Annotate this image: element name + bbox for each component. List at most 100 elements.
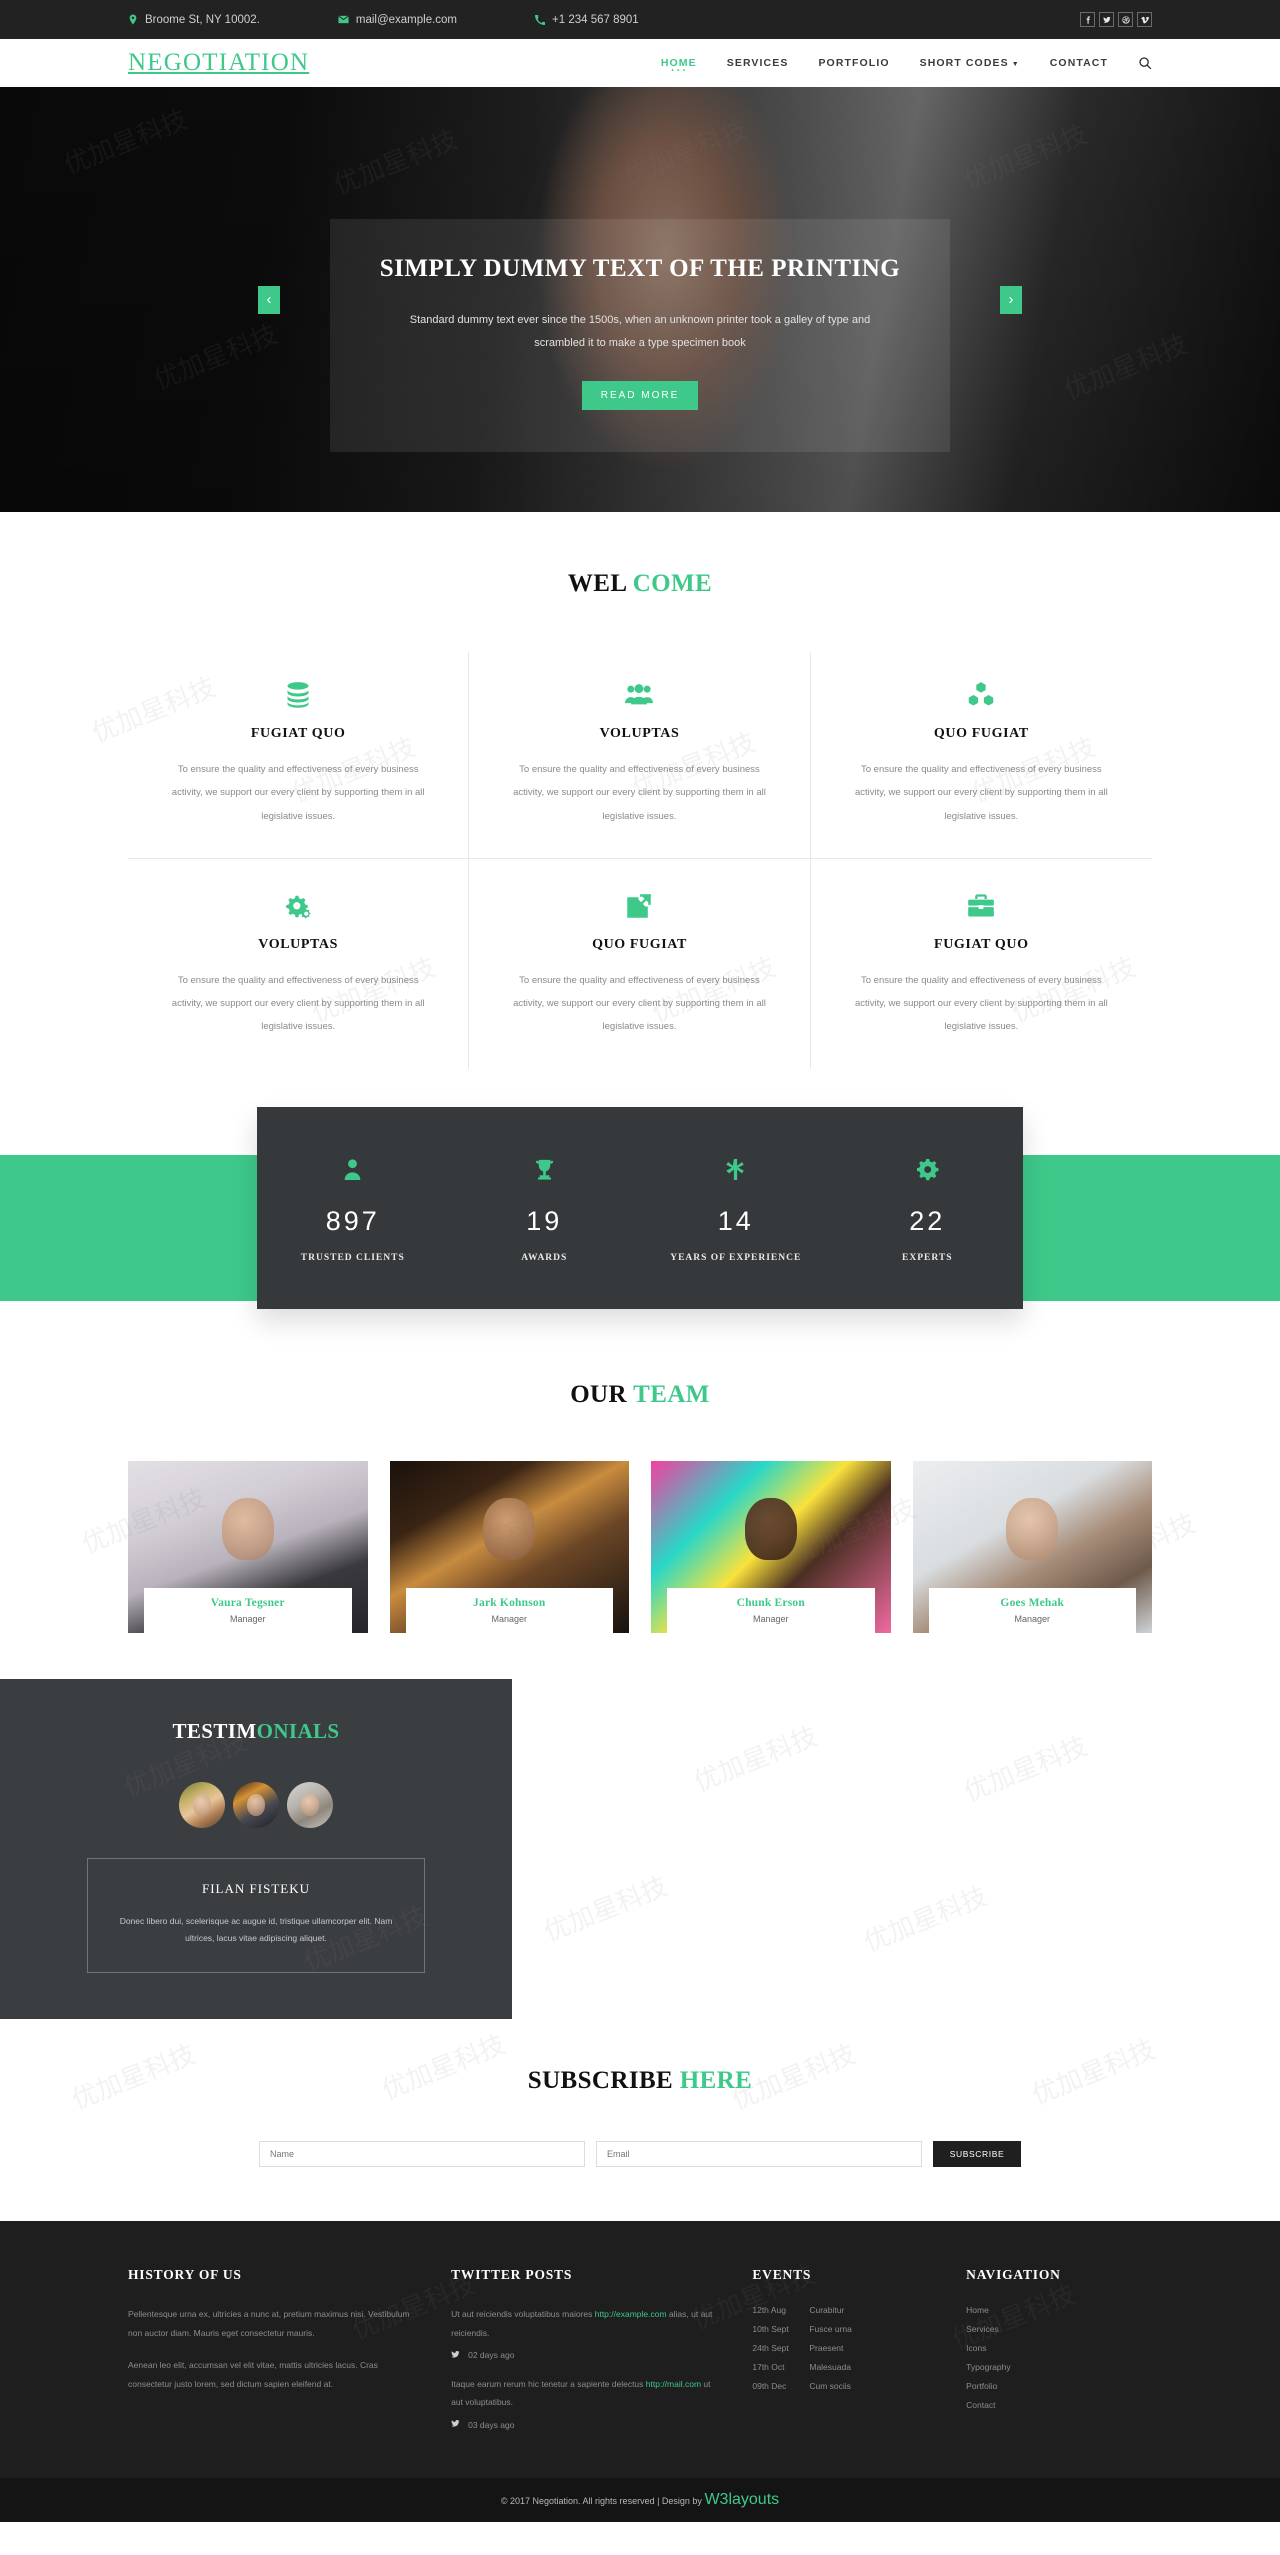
footer-nav-contact[interactable]: Contact — [966, 2400, 1152, 2410]
twitter-post-link[interactable]: http://mail.com — [646, 2379, 701, 2389]
stat-item: 897 TRUSTED CLIENTS — [257, 1155, 449, 1263]
event-date: 12th Aug — [752, 2305, 786, 2316]
welcome-title: WEL COME — [128, 570, 1152, 598]
testimonials-title-green: ONIALS — [256, 1718, 340, 1743]
search-icon[interactable] — [1138, 56, 1152, 70]
footer-events-title: EVENTS — [752, 2267, 812, 2283]
stat-label: AWARDS — [521, 1252, 568, 1263]
cubes-icon — [845, 678, 1118, 712]
nav-item-contact[interactable]: CONTACT — [1050, 55, 1108, 71]
user-icon — [257, 1155, 449, 1185]
twitter-icon — [451, 2350, 460, 2361]
topbar-phone[interactable]: +1 234 567 8901 — [535, 14, 639, 26]
event-date: 09th Dec — [752, 2381, 787, 2392]
footer-nav-home[interactable]: Home — [966, 2305, 1152, 2315]
stat-item: 14 YEARS OF EXPERIENCE — [640, 1155, 832, 1263]
team-member-name: Goes Mehak — [1000, 1596, 1065, 1609]
service-title: QUO FUGIAT — [933, 726, 1029, 741]
hero-content-box: SIMPLY DUMMY TEXT OF THE PRINTING Standa… — [330, 219, 950, 452]
twitter-icon[interactable] — [1099, 12, 1114, 27]
watermark: 优加星科技 — [960, 1731, 1092, 1808]
hero-banner: 优加星科技 优加星科技 优加星科技 优加星科技 优加星科技 优加星科技 ‹ › … — [0, 87, 1280, 512]
footer-nav-icons[interactable]: Icons — [966, 2343, 1152, 2353]
service-description: To ensure the quality and effectiveness … — [513, 764, 766, 822]
stats-card: 897 TRUSTED CLIENTS 19 AWARDS 14 YEARS O… — [257, 1106, 1023, 1309]
envelope-icon — [338, 15, 349, 24]
testimonial-avatar[interactable] — [287, 1781, 333, 1828]
footer-nav-services[interactable]: Services — [966, 2324, 1152, 2334]
team-member-role: Manager — [1014, 1613, 1051, 1624]
topbar-email[interactable]: mail@example.com — [338, 14, 457, 26]
team-member-name: Chunk Erson — [736, 1596, 805, 1609]
team-title: OUR TEAM — [128, 1381, 1152, 1409]
subscribe-email-input[interactable] — [596, 2141, 922, 2168]
social-links — [1080, 12, 1152, 27]
facebook-icon[interactable] — [1080, 12, 1095, 27]
twitter-post-meta: 02 days ago — [451, 2350, 724, 2361]
service-card[interactable]: FUGIAT QUO To ensure the quality and eff… — [128, 652, 470, 859]
stat-label: EXPERTS — [902, 1252, 953, 1263]
event-name: Curabitur — [809, 2305, 845, 2316]
event-row: 12th Aug Curabitur — [752, 2305, 938, 2315]
team-member-card[interactable]: Jark Kohnson Manager — [389, 1460, 629, 1633]
testimonial-quote-box: FILAN FISTEKU Donec libero dui, sceleris… — [87, 1857, 425, 1974]
team-title-dark: OUR — [570, 1380, 627, 1408]
service-card[interactable]: QUO FUGIAT To ensure the quality and eff… — [469, 858, 811, 1069]
service-title: FUGIAT QUO — [934, 936, 1029, 952]
users-icon — [503, 678, 775, 712]
nav-item-home[interactable]: HOME — [661, 55, 697, 71]
service-card[interactable]: VOLUPTAS To ensure the quality and effec… — [128, 858, 470, 1069]
location-pin-icon — [128, 14, 138, 25]
testimonials-title: TESTIMONIALS — [0, 1719, 512, 1744]
testimonial-avatar[interactable] — [179, 1781, 225, 1828]
dribbble-icon[interactable] — [1118, 12, 1133, 27]
event-row: 17th Oct Malesuada — [752, 2362, 938, 2372]
carousel-next-button[interactable]: › — [1000, 285, 1022, 314]
footer-nav-portfolio[interactable]: Portfolio — [966, 2381, 1152, 2391]
watermark: 优加星科技 — [860, 1881, 992, 1958]
services-grid: FUGIAT QUO To ensure the quality and eff… — [128, 652, 1152, 1069]
team-member-card[interactable]: Vaura Tegsner Manager — [128, 1460, 368, 1633]
event-name: Malesuada — [809, 2362, 851, 2373]
topbar-address: Broome St, NY 10002. — [128, 14, 260, 26]
service-title: FUGIAT QUO — [250, 726, 346, 741]
nav-item-short-codes-label: SHORT CODES — [919, 57, 1009, 69]
stat-label: YEARS OF EXPERIENCE — [670, 1252, 802, 1263]
footer-nav-typography[interactable]: Typography — [966, 2362, 1152, 2372]
topbar-address-text: Broome St, NY 10002. — [145, 13, 260, 26]
service-card[interactable]: FUGIAT QUO To ensure the quality and eff… — [811, 859, 1152, 1069]
service-card[interactable]: VOLUPTAS To ensure the quality and effec… — [469, 652, 811, 859]
footer-twitter-title: TWITTER POSTS — [451, 2267, 573, 2283]
carousel-prev-button[interactable]: ‹ — [258, 285, 280, 314]
service-description: To ensure the quality and effectiveness … — [171, 974, 425, 1033]
nav-item-short-codes[interactable]: SHORT CODES ▼ — [920, 55, 1020, 71]
read-more-button[interactable]: READ MORE — [581, 380, 699, 410]
event-row: 24th Sept Praesent — [752, 2343, 938, 2353]
event-row: 09th Dec Cum sociis — [752, 2381, 938, 2391]
designer-link[interactable]: W3layouts — [704, 2491, 779, 2508]
footer-history-column: HISTORY OF US Pellentesque urna ex, ultr… — [128, 2267, 423, 2444]
team-member-name: Vaura Tegsner — [210, 1596, 285, 1609]
team-member-card[interactable]: Goes Mehak Manager — [912, 1460, 1152, 1633]
team-section: 优加星科技 优加星科技 优加星科技 优加星科技 OUR TEAM Vaura T… — [0, 1347, 1280, 1679]
nav-item-portfolio[interactable]: PORTFOLIO — [818, 55, 889, 71]
footer-history-p1: Pellentesque urna ex, ultricies a nunc a… — [128, 2309, 410, 2339]
service-card[interactable]: QUO FUGIAT To ensure the quality and eff… — [810, 652, 1152, 859]
site-logo[interactable]: NEGOTIATION — [128, 49, 309, 77]
event-date: 10th Sept — [752, 2324, 789, 2335]
subscribe-button[interactable]: SUBSCRIBE — [933, 2141, 1021, 2168]
testimonial-avatar[interactable] — [233, 1781, 279, 1828]
site-header: NEGOTIATION HOME SERVICES PORTFOLIO SHOR… — [0, 39, 1280, 87]
external-link-icon — [503, 889, 775, 923]
testimonial-text: Donec libero dui, scelerisque ac augue i… — [119, 1915, 393, 1944]
event-row: 10th Sept Fusce urna — [752, 2324, 938, 2334]
nav-item-services[interactable]: SERVICES — [727, 55, 789, 71]
subscribe-name-input[interactable] — [259, 2141, 585, 2168]
vimeo-icon[interactable] — [1137, 12, 1152, 27]
team-member-card[interactable]: Chunk Erson Manager — [651, 1460, 891, 1633]
event-date: 24th Sept — [752, 2343, 789, 2354]
service-description: To ensure the quality and effectiveness … — [854, 974, 1108, 1033]
footer-navigation-title: NAVIGATION — [966, 2267, 1061, 2283]
twitter-post-link[interactable]: http://example.com — [595, 2309, 667, 2319]
service-description: To ensure the quality and effectiveness … — [854, 764, 1108, 822]
